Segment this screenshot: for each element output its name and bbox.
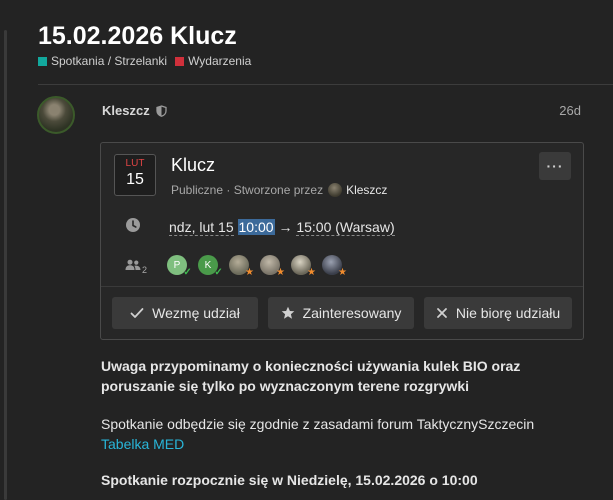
attendees-icon — [125, 259, 141, 271]
event-end-time: 15:00 (Warsaw) — [296, 218, 395, 236]
rules-text: Spotkanie odbędzie się zgodnie z zasadam… — [101, 416, 535, 432]
check-icon — [130, 307, 144, 319]
category-label: Spotkania / Strzelanki — [51, 54, 168, 68]
event-attendees-row: 2 P ✓ K ✓ ★ ★ ★ ★ — [125, 255, 353, 278]
interested-star-icon: ★ — [276, 267, 285, 278]
event-more-button[interactable]: ··· — [539, 152, 571, 180]
med-table-link[interactable]: Tabelka MED — [101, 436, 184, 452]
going-check-icon: ✓ — [183, 267, 192, 278]
event-creator[interactable]: Kleszcz — [346, 183, 387, 197]
post-paragraph-warning: Uwaga przypominamy o konieczności używan… — [101, 358, 521, 394]
event-day: 15 — [126, 171, 144, 188]
moderator-shield-icon — [156, 104, 167, 117]
not-going-button-label: Nie biorę udziału — [455, 305, 561, 321]
topic-divider — [38, 84, 613, 85]
interested-button-label: Zainteresowany — [302, 305, 402, 321]
attendee-initial: P — [173, 259, 181, 271]
interested-star-icon: ★ — [338, 267, 347, 278]
attendee-avatar[interactable]: ★ — [291, 255, 316, 278]
star-icon — [281, 306, 295, 320]
attendee-avatars: P ✓ K ✓ ★ ★ ★ ★ — [167, 255, 353, 278]
attendee-count: 2 — [142, 265, 148, 275]
attendee-avatar[interactable]: ★ — [322, 255, 347, 278]
attendee-avatar[interactable]: ★ — [229, 255, 254, 278]
event-time-row: ndz, lut 15 10:00 → 15:00 (Warsaw) — [125, 217, 395, 236]
category-list: Spotkania / Strzelanki Wydarzenia — [38, 54, 259, 68]
event-meta: Publiczne · Stworzone przez Kleszcz — [171, 183, 387, 197]
category-spotkania[interactable]: Spotkania / Strzelanki — [38, 54, 167, 68]
category-wydarzenia[interactable]: Wydarzenia — [175, 54, 251, 68]
attendee-avatar[interactable]: K ✓ — [198, 255, 223, 278]
post-paragraph-start: Spotkanie rozpocznie się w Niedzielę, 15… — [101, 472, 478, 488]
close-icon — [436, 307, 448, 319]
author-name[interactable]: Kleszcz — [102, 103, 150, 118]
not-going-button[interactable]: Nie biorę udziału — [424, 297, 572, 329]
attendee-avatar[interactable]: ★ — [260, 255, 285, 278]
category-color-swatch — [175, 56, 185, 66]
going-button[interactable]: Wezmę udział — [112, 297, 258, 329]
going-check-icon: ✓ — [214, 267, 223, 278]
event-card-divider — [101, 286, 583, 287]
interested-button[interactable]: Zainteresowany — [268, 297, 414, 329]
event-month: LUT — [125, 158, 145, 169]
scrollbar[interactable] — [4, 30, 7, 500]
attendee-avatar[interactable]: P ✓ — [167, 255, 192, 278]
post-date[interactable]: 26d — [559, 103, 581, 118]
interested-star-icon: ★ — [245, 267, 254, 278]
post-author[interactable]: Kleszcz — [102, 103, 167, 118]
event-start-date: ndz, lut 15 — [169, 218, 234, 236]
event-start-time: 10:00 — [237, 218, 275, 235]
attendee-initial: K — [204, 259, 212, 271]
category-label: Wydarzenia — [188, 54, 252, 68]
interested-star-icon: ★ — [307, 267, 316, 278]
topic-title: 15.02.2026 Klucz — [38, 22, 237, 50]
event-card: LUT 15 Klucz Publiczne · Stworzone przez… — [100, 142, 584, 340]
clock-icon — [125, 217, 141, 236]
creator-avatar[interactable] — [328, 183, 343, 197]
time-arrow: → — [278, 218, 293, 235]
author-avatar[interactable] — [37, 96, 75, 134]
post-paragraph-rules: Spotkanie odbędzie się zgodnie z zasadam… — [101, 414, 591, 454]
event-dates: ndz, lut 15 10:00 → 15:00 (Warsaw) — [169, 218, 395, 236]
event-visibility: Publiczne · Stworzone przez — [171, 183, 324, 197]
event-title: Klucz — [171, 155, 216, 175]
event-calendar-badge: LUT 15 — [114, 154, 156, 196]
category-color-swatch — [38, 56, 47, 66]
going-button-label: Wezmę udział — [152, 305, 240, 321]
